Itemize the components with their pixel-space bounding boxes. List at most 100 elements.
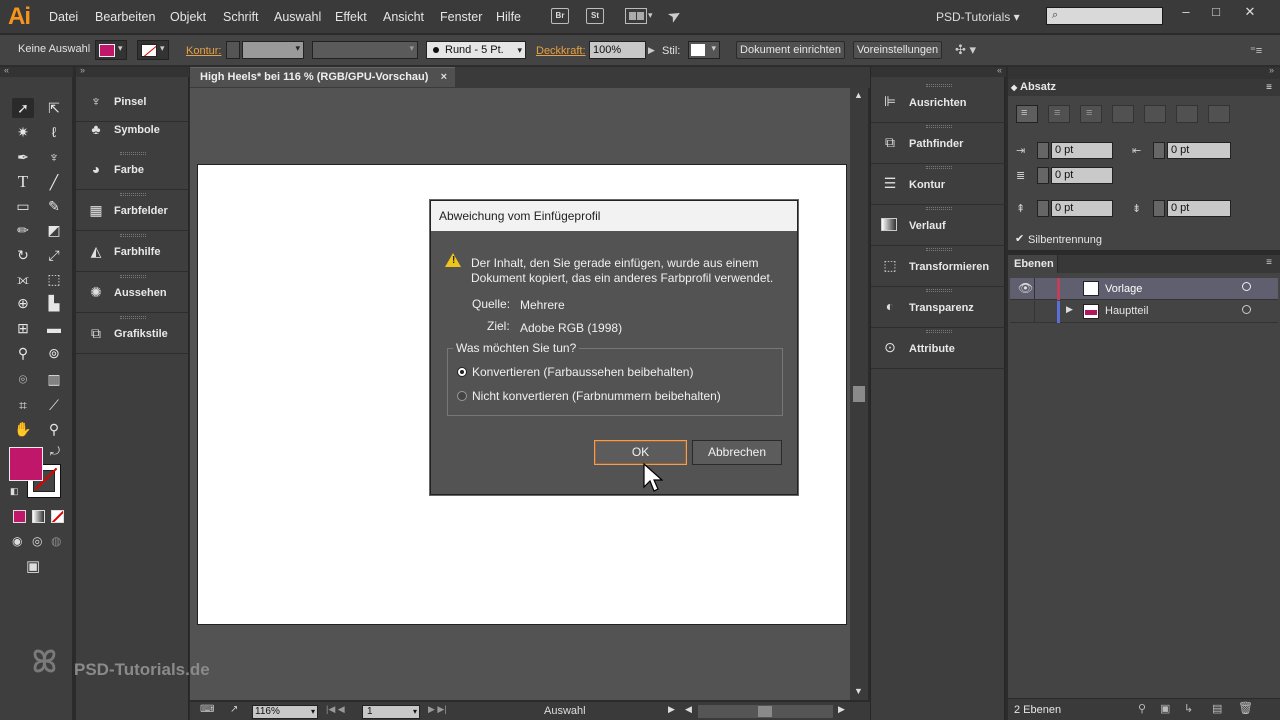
space-after-stepper[interactable] bbox=[1153, 200, 1165, 217]
gradient-tool-icon[interactable]: ▬ bbox=[43, 318, 65, 338]
absatz-menu-icon[interactable]: ≡ bbox=[1266, 79, 1272, 96]
horizontal-scrollbar[interactable] bbox=[698, 705, 833, 718]
eyedropper-tool-icon[interactable]: ⚲ bbox=[12, 343, 34, 363]
opacity-field[interactable]: 100% bbox=[589, 41, 646, 59]
ebenen-title[interactable]: Ebenen bbox=[1008, 255, 1058, 273]
mesh-tool-icon[interactable]: ⊞ bbox=[12, 318, 34, 338]
lasso-tool-icon[interactable]: ℓ bbox=[43, 122, 65, 142]
menu-objekt[interactable]: Objekt bbox=[170, 10, 206, 24]
first-line-field[interactable]: 0 pt bbox=[1051, 167, 1113, 184]
artboard-navigator-icon[interactable]: ⌨ bbox=[200, 704, 214, 715]
color-mode-icon[interactable] bbox=[13, 510, 26, 523]
menu-hilfe[interactable]: Hilfe bbox=[496, 10, 521, 24]
pencil-tool-icon[interactable]: ✏ bbox=[12, 220, 34, 240]
indent-right-field[interactable]: 0 pt bbox=[1167, 142, 1231, 159]
align-left-button[interactable]: ≡ bbox=[1016, 105, 1038, 123]
menu-effekt[interactable]: Effekt bbox=[335, 10, 367, 24]
workspace-switcher[interactable]: PSD-Tutorials ▾ bbox=[936, 10, 1020, 24]
minimize-button[interactable]: – bbox=[1176, 4, 1196, 20]
menu-auswahl[interactable]: Auswahl bbox=[274, 10, 321, 24]
paintbrush-tool-icon[interactable]: ✎ bbox=[43, 196, 65, 216]
clipping-mask-icon[interactable]: ▣ bbox=[1160, 702, 1170, 715]
pen-tool-icon[interactable]: ✒ bbox=[12, 147, 34, 167]
scroll-down-icon[interactable]: ▼ bbox=[854, 686, 863, 696]
layer-name[interactable]: Vorlage bbox=[1105, 283, 1142, 295]
first-artboard-icon[interactable]: |◀ ◀ bbox=[326, 704, 345, 715]
rectangle-tool-icon[interactable]: ▭ bbox=[12, 196, 34, 216]
panel-symbole[interactable]: ♣ Symbole bbox=[76, 110, 189, 150]
fill-color-swatch[interactable] bbox=[9, 447, 43, 481]
radio-keep[interactable] bbox=[457, 391, 467, 401]
first-line-stepper[interactable] bbox=[1037, 167, 1049, 184]
hyphenation-checkbox[interactable]: ✔ bbox=[1015, 232, 1024, 245]
selection-tool-icon[interactable]: ➚ bbox=[12, 98, 34, 118]
panel-attribute[interactable]: ⊙ Attribute bbox=[871, 328, 1006, 369]
search-input[interactable]: ⌕ bbox=[1046, 7, 1163, 25]
panel-aussehen[interactable]: ✺ Aussehen bbox=[76, 273, 189, 313]
bridge-button[interactable]: Br bbox=[551, 8, 569, 24]
shape-builder-tool-icon[interactable]: ⊕ bbox=[12, 293, 34, 313]
ebenen-menu-icon[interactable]: ≡ bbox=[1266, 257, 1272, 268]
symbol-sprayer-tool-icon[interactable]: ⌾ bbox=[12, 369, 34, 389]
screen-mode-icon[interactable]: ▣ bbox=[26, 557, 40, 575]
chevron-right-icon[interactable]: ▶ bbox=[648, 45, 655, 56]
hand-tool-icon[interactable]: ✋ bbox=[12, 419, 34, 439]
zoom-tool-icon[interactable]: ⚲ bbox=[43, 419, 65, 439]
radio-convert-label[interactable]: Konvertieren (Farbaussehen beibehalten) bbox=[472, 365, 693, 379]
gpu-performance-icon[interactable]: ➤ bbox=[664, 4, 686, 28]
draw-inside-icon[interactable]: ◍ bbox=[51, 534, 61, 548]
document-setup-button[interactable]: Dokument einrichten bbox=[736, 41, 845, 59]
justify-center-button[interactable] bbox=[1144, 105, 1166, 123]
type-tool-icon[interactable]: T bbox=[12, 172, 34, 192]
status-menu-icon[interactable]: ▶ bbox=[668, 704, 675, 715]
scroll-left-icon[interactable]: ◀ bbox=[685, 704, 692, 715]
artboard-number-field[interactable]: 1 ▾ bbox=[362, 705, 420, 719]
scale-tool-icon[interactable]: ⤢ bbox=[43, 245, 65, 265]
draw-normal-icon[interactable]: ◉ bbox=[12, 534, 22, 548]
new-sublayer-icon[interactable]: ↳ bbox=[1184, 702, 1193, 715]
panel-verlauf[interactable]: Verlauf bbox=[871, 205, 1006, 246]
indent-left-stepper[interactable] bbox=[1037, 142, 1049, 159]
panel-farbe[interactable]: ◕ Farbe bbox=[76, 150, 189, 190]
opacity-link[interactable]: Deckkraft: bbox=[536, 45, 586, 57]
panel-menu-icon[interactable]: ⁼≡ bbox=[1250, 44, 1262, 57]
indent-right-stepper[interactable] bbox=[1153, 142, 1165, 159]
chevron-down-icon[interactable]: ▾ bbox=[648, 10, 653, 21]
align-center-button[interactable]: ≡ bbox=[1048, 105, 1070, 123]
layer-row[interactable]: ▶ Hauptteil bbox=[1010, 301, 1278, 323]
panel-pathfinder[interactable]: ⧉ Pathfinder bbox=[871, 123, 1006, 164]
ok-button[interactable]: OK bbox=[594, 440, 687, 465]
target-circle-icon[interactable] bbox=[1242, 305, 1251, 314]
expand-triangle-icon[interactable]: ▶ bbox=[1066, 304, 1073, 315]
panel-transformieren[interactable]: ⬚ Transformieren bbox=[871, 246, 1006, 287]
brush-definition-dropdown[interactable]: Rund - 5 Pt. ▾ bbox=[426, 41, 526, 59]
arrange-icon[interactable]: ✣ ▾ bbox=[955, 42, 976, 58]
zoom-field[interactable]: 116% ▾ bbox=[252, 705, 318, 719]
close-tab-icon[interactable]: × bbox=[441, 68, 447, 87]
default-colors-icon[interactable]: ◧ bbox=[10, 486, 19, 497]
panel-transparenz[interactable]: ◐ Transparenz bbox=[871, 287, 1006, 328]
line-tool-icon[interactable]: ╱ bbox=[43, 172, 65, 192]
space-before-field[interactable]: 0 pt bbox=[1051, 200, 1113, 217]
panel-ausrichten[interactable]: ⊫ Ausrichten bbox=[871, 82, 1006, 123]
close-button[interactable]: ✕ bbox=[1240, 4, 1260, 20]
chart-tool-icon[interactable]: ▙ bbox=[43, 293, 65, 313]
next-artboard-icon[interactable]: ▶ ▶| bbox=[428, 704, 447, 715]
draw-behind-icon[interactable]: ◎ bbox=[32, 534, 42, 548]
slice-tool-icon[interactable]: ⟋ bbox=[43, 395, 65, 415]
maximize-button[interactable]: □ bbox=[1206, 4, 1226, 20]
arrange-documents-icon[interactable] bbox=[625, 8, 647, 24]
horizontal-scrollbar-thumb[interactable] bbox=[758, 706, 772, 717]
magic-wand-tool-icon[interactable]: ✷ bbox=[12, 122, 34, 142]
cancel-button[interactable]: Abbrechen bbox=[692, 440, 782, 465]
direct-selection-tool-icon[interactable]: ⇱ bbox=[43, 98, 65, 118]
column-graph-tool-icon[interactable]: ▥ bbox=[43, 369, 65, 389]
blend-tool-icon[interactable]: ⊚ bbox=[43, 343, 65, 363]
delete-layer-icon[interactable]: 🗑 bbox=[1238, 701, 1253, 715]
eraser-tool-icon[interactable]: ◩ bbox=[43, 220, 65, 240]
menu-fenster[interactable]: Fenster bbox=[440, 10, 482, 24]
kontur-link[interactable]: Kontur: bbox=[186, 45, 221, 57]
panel-farbfelder[interactable]: ▦ Farbfelder bbox=[76, 191, 189, 231]
layer-row[interactable]: 👁 Vorlage bbox=[1010, 278, 1278, 300]
stock-button[interactable]: St bbox=[586, 8, 604, 24]
